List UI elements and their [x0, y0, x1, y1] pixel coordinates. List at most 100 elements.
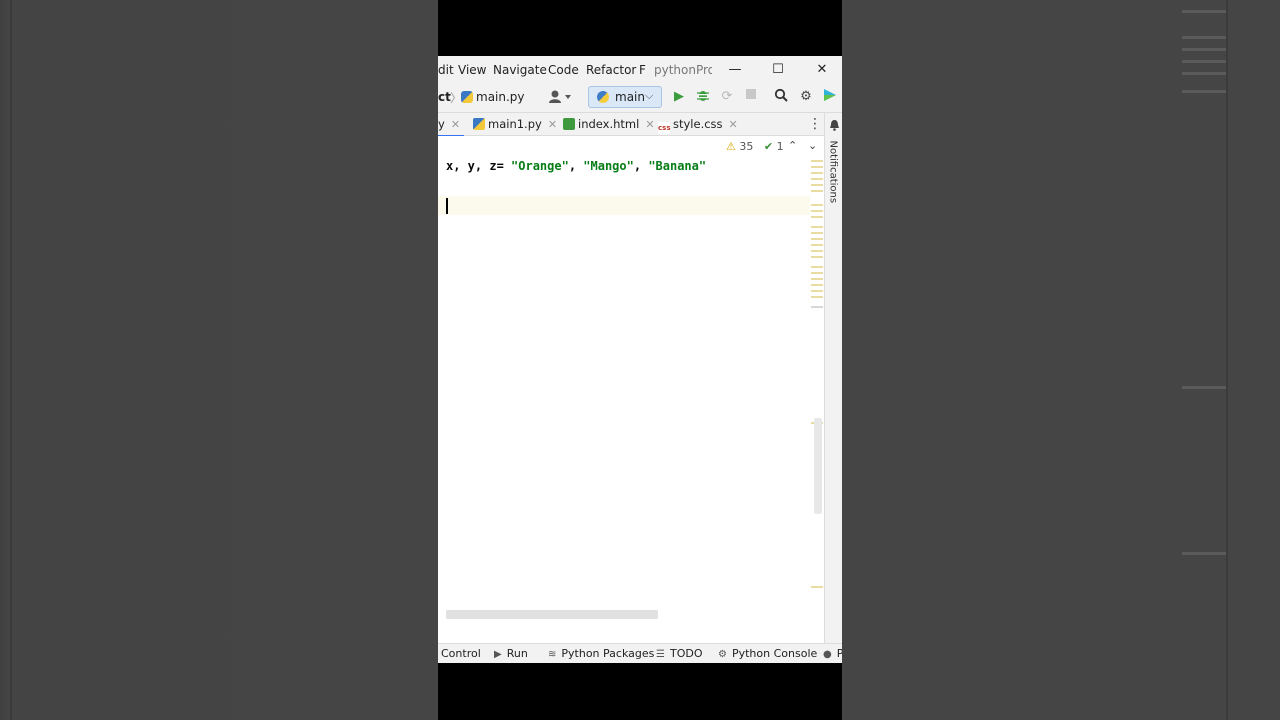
stripe-mark: [811, 184, 823, 186]
close-tab-icon[interactable]: ✕: [548, 118, 557, 131]
tool-python-packages[interactable]: ≋ Python Packages: [548, 647, 654, 660]
menu-code[interactable]: Code: [548, 63, 579, 77]
tool-todo[interactable]: ☰ TODO: [656, 647, 702, 660]
menu-refactor[interactable]: Refactor: [586, 63, 636, 77]
code-string: "Banana": [648, 159, 707, 173]
stripe-mark: [811, 178, 823, 180]
background-stripe: [1182, 60, 1226, 63]
stripe-mark: [811, 272, 823, 274]
tab-style-css[interactable]: css style.css ✕: [658, 113, 738, 135]
navigation-toolbar: ct 〉 main.py main ⌵ ▶ ⟳ ⚙: [438, 83, 842, 113]
search-icon[interactable]: [772, 88, 790, 106]
text-caret: [446, 198, 448, 214]
python-icon: [597, 91, 609, 103]
right-tool-strip: Notifications: [824, 113, 842, 643]
background-left: [0, 0, 438, 720]
background-right: [842, 0, 1280, 720]
run-icon[interactable]: ▶: [670, 88, 688, 106]
code-editor[interactable]: ⚠ 35 ✔ 1 ⌃ ⌄ x, y, z= "Orange", "Mango",…: [438, 136, 824, 643]
user-icon[interactable]: [548, 89, 574, 105]
breadcrumb-project[interactable]: ct: [438, 90, 451, 104]
background-stripe: [1182, 72, 1226, 75]
stripe-mark: [811, 238, 823, 240]
editor-tabs: y ✕ main1.py ✕ index.html ✕ css style.css ✕ ⋮: [438, 113, 824, 138]
jetbrains-glyph-icon: [824, 89, 836, 101]
plugin-icon[interactable]: [821, 88, 839, 106]
background-stripe: [1182, 10, 1226, 13]
tool-label: Python Packages: [561, 647, 655, 660]
stripe-mark: [811, 216, 823, 218]
tab-main1-py[interactable]: main1.py ✕: [473, 113, 557, 135]
console-icon: ⚙: [718, 649, 727, 660]
stripe-mark: [811, 266, 823, 268]
tab-label: style.css: [673, 117, 723, 131]
menubar: dit View Navigate Code Refactor F python…: [438, 56, 842, 83]
tool-run[interactable]: ▶ Run: [494, 647, 528, 660]
tool-python-console[interactable]: ⚙ Python Console: [718, 647, 817, 660]
tab-label: y: [438, 117, 445, 131]
ide-window: dit View Navigate Code Refactor F python…: [438, 56, 842, 663]
breadcrumb-file[interactable]: main.py: [476, 90, 525, 104]
next-highlight-icon[interactable]: ⌄: [808, 139, 817, 152]
python-file-icon: [473, 118, 485, 130]
inspection-widget[interactable]: ⚠ 35 ✔ 1: [726, 140, 784, 153]
play-icon: ▶: [494, 649, 502, 660]
bell-glyph-icon: [829, 120, 839, 131]
layers-icon: ≋: [548, 649, 557, 660]
minimize-button[interactable]: —: [725, 60, 745, 80]
menu-run[interactable]: F: [639, 63, 646, 77]
stripe-mark: [811, 278, 823, 280]
run-configuration-select[interactable]: main ⌵: [588, 86, 662, 108]
debug-icon[interactable]: [694, 88, 712, 106]
tab-index-html[interactable]: index.html ✕: [563, 113, 655, 135]
stripe-mark: [811, 306, 823, 308]
code-string: "Mango": [583, 159, 634, 173]
background-line: [10, 0, 12, 720]
chevron-down-icon: ⌵: [645, 89, 654, 102]
stripe-mark: [811, 190, 823, 192]
code-line-1: x, y, z= "Orange", "Mango", "Banana": [446, 159, 706, 173]
close-tab-icon[interactable]: ✕: [729, 118, 738, 131]
warning-count: 35: [739, 140, 754, 153]
tool-label: Control: [441, 647, 481, 660]
tool-window-bar: Control ▶ Run ≋ Python Packages ☰ TODO ⚙ Pyt…: [438, 643, 842, 663]
gear-icon[interactable]: ⚙: [797, 88, 815, 106]
tab-main-py[interactable]: y ✕: [438, 113, 464, 138]
stop-icon[interactable]: [742, 88, 760, 106]
ok-count: 1: [776, 140, 784, 153]
stripe-mark: [811, 244, 823, 246]
menu-navigate[interactable]: Navigate: [493, 63, 547, 77]
previous-highlight-icon[interactable]: ⌃: [788, 139, 797, 152]
horizontal-scrollbar[interactable]: [446, 610, 658, 619]
menu-view[interactable]: View: [458, 63, 486, 77]
background-stripe: [1182, 552, 1226, 555]
tool-version-control[interactable]: Control: [441, 647, 481, 660]
tab-label: index.html: [578, 117, 640, 131]
coverage-icon[interactable]: ⟳: [718, 88, 736, 106]
background-stripe: [1182, 48, 1226, 51]
stripe-mark: [811, 296, 823, 298]
menu-edit[interactable]: dit: [438, 63, 454, 77]
user-glyph-icon: [549, 90, 571, 103]
tool-label: TODO: [669, 647, 703, 660]
stripe-mark: [811, 586, 823, 588]
close-button[interactable]: ✕: [812, 60, 832, 80]
warning-icon: ⚠: [726, 140, 736, 153]
tab-label: main1.py: [488, 117, 542, 131]
vertical-scrollbar[interactable]: [814, 418, 822, 514]
close-tab-icon[interactable]: ✕: [645, 118, 654, 131]
close-tab-icon[interactable]: ✕: [451, 118, 460, 131]
more-tabs-icon[interactable]: ⋮: [808, 116, 822, 132]
bell-icon[interactable]: [828, 119, 840, 131]
code-string: "Orange": [511, 159, 569, 173]
notifications-tab[interactable]: Notifications: [828, 141, 839, 204]
background-stripe: [1182, 36, 1226, 39]
stop-glyph-icon: [746, 89, 756, 99]
code-variables: x, y, z=: [446, 159, 512, 173]
tool-label: P: [836, 647, 842, 660]
tool-problems[interactable]: ● P: [823, 647, 842, 660]
stripe-mark: [811, 256, 823, 258]
code-separator: ,: [568, 159, 584, 173]
maximize-button[interactable]: ☐: [768, 60, 788, 80]
tool-label: Run: [506, 647, 528, 660]
